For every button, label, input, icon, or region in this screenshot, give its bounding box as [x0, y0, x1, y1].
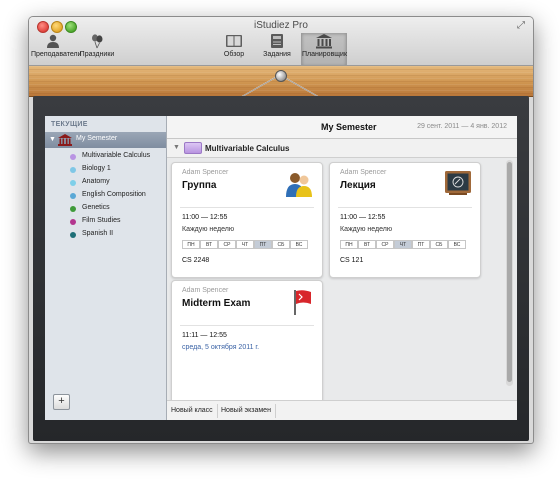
card-time: 11:00 — 12:55 [182, 214, 228, 221]
disclosure-triangle-icon[interactable]: ▼ [173, 144, 180, 151]
card-frequency: Каждую неделю [182, 226, 235, 233]
card-time: 11:00 — 12:55 [340, 214, 386, 221]
weekday-cell[interactable]: СБ [430, 240, 448, 249]
course-color-dot [70, 206, 76, 212]
group-people-icon [286, 173, 312, 197]
course-color-dot [70, 180, 76, 186]
red-flag-icon [294, 290, 311, 315]
course-name: Biology 1 [82, 165, 111, 172]
course-header[interactable]: ▼ Multivariable Calculus [167, 139, 517, 158]
course-name: Multivariable Calculus [82, 152, 151, 159]
weekday-cell[interactable]: ПТ [412, 240, 430, 249]
app-window: iStudiez Pro ⤢ Преподаватели Праздники О… [28, 16, 534, 444]
course-name: Film Studies [82, 217, 121, 224]
weekday-cell[interactable]: ПН [182, 240, 200, 249]
bottom-tabs: Новый класс Новый экзамен [167, 400, 517, 420]
semester-title: My Semester [321, 122, 377, 132]
weekday-cell[interactable]: ЧТ [236, 240, 254, 249]
card-exam-date[interactable]: среда, 5 октября 2011 г. [182, 344, 259, 351]
class-card-lecture[interactable]: Adam Spencer Лекция 11:00 — 12:55 Каждую… [329, 162, 481, 278]
weekday-cell[interactable]: СР [376, 240, 394, 249]
scrollbar[interactable] [506, 160, 513, 386]
semester-header: My Semester 29 сент. 2011 — 4 янв. 2012 [167, 116, 517, 139]
chalkboard-icon [445, 171, 471, 195]
weekday-cell[interactable]: ВС [448, 240, 466, 249]
card-teacher: Adam Spencer [182, 169, 229, 176]
card-title: Группа [182, 180, 217, 191]
planner-canvas: ТЕКУЩИЕ ▼ My Semester Multivariable Calc… [45, 116, 517, 420]
course-color-dot [70, 167, 76, 173]
new-class-button[interactable]: Новый класс [167, 404, 218, 418]
sidebar: ТЕКУЩИЕ ▼ My Semester Multivariable Calc… [45, 116, 167, 420]
card-teacher: Adam Spencer [340, 169, 387, 176]
semester-date-range: 29 сент. 2011 — 4 янв. 2012 [417, 123, 507, 130]
course-color-swatch [184, 142, 202, 154]
weekday-cell[interactable]: СР [218, 240, 236, 249]
scrollbar-thumb[interactable] [507, 162, 512, 382]
weekday-cell[interactable]: ПН [340, 240, 358, 249]
course-name: English Composition [82, 191, 146, 198]
card-time: 11:11 — 12:55 [182, 332, 227, 339]
course-color-dot [70, 232, 76, 238]
weekday-cell[interactable]: ВТ [200, 240, 218, 249]
divider [180, 325, 314, 326]
new-exam-button[interactable]: Новый экзамен [217, 404, 276, 418]
course-color-dot [70, 193, 76, 199]
weekday-cell[interactable]: СБ [272, 240, 290, 249]
card-title: Лекция [340, 180, 376, 191]
disclosure-triangle-icon[interactable]: ▼ [49, 136, 56, 143]
card-room: CS 121 [340, 257, 364, 264]
course-name: Genetics [82, 204, 110, 211]
sidebar-item-semester[interactable]: ▼ My Semester [45, 132, 166, 148]
class-card-group[interactable]: Adam Spencer Группа 11:00 — 12:55 Каждую… [171, 162, 323, 278]
weekday-cell[interactable]: ВС [290, 240, 308, 249]
exam-card-midterm[interactable]: Adam Spencer Midterm Exam 11:11 — 12:55 … [171, 280, 323, 401]
course-name: Anatomy [82, 178, 110, 185]
weekday-cell-selected[interactable]: ПТ [254, 240, 272, 249]
board-frame: ТЕКУЩИЕ ▼ My Semester Multivariable Calc… [33, 96, 529, 441]
card-frequency: Каждую неделю [340, 226, 393, 233]
main-panel: My Semester 29 сент. 2011 — 4 янв. 2012 … [167, 116, 517, 420]
course-name: Spanish II [82, 230, 114, 237]
course-color-dot [70, 154, 76, 160]
card-room: CS 2248 [182, 257, 210, 264]
course-title: Multivariable Calculus [205, 144, 290, 153]
weekday-cell[interactable]: ВТ [358, 240, 376, 249]
divider [338, 207, 472, 208]
weekday-cell-selected[interactable]: ЧТ [394, 240, 412, 249]
building-icon [58, 134, 72, 146]
card-title: Midterm Exam [182, 298, 251, 309]
card-teacher: Adam Spencer [182, 287, 229, 294]
nail-icon [275, 70, 287, 82]
add-button[interactable]: + [53, 394, 70, 410]
sidebar-semester-label: My Semester [76, 135, 118, 142]
divider [180, 207, 314, 208]
sidebar-section-header: ТЕКУЩИЕ [51, 121, 88, 128]
course-color-dot [70, 219, 76, 225]
